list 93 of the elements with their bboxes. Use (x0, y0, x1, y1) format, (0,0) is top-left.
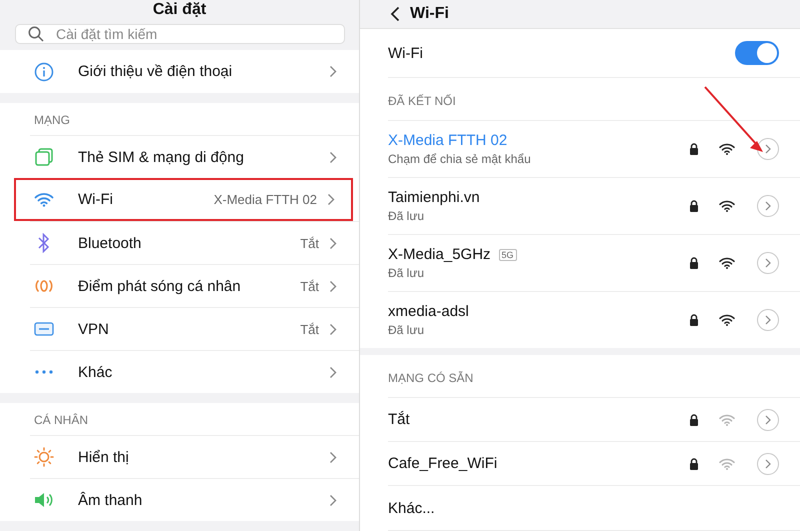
cards-icon (35, 148, 53, 166)
vpn-icon (34, 322, 54, 336)
item-value: Tắt (300, 236, 319, 250)
lock-icon (689, 143, 699, 155)
chevron-icon (329, 150, 337, 164)
section-header: ĐÃ KẾT NỐI (388, 94, 456, 108)
section-header: MẠNG CÓ SẴN (388, 371, 474, 385)
hotspot-icon (34, 279, 54, 293)
lock-icon (689, 257, 699, 269)
item-label: Bluetooth (78, 234, 142, 252)
chevron-icon (765, 258, 771, 268)
details-button[interactable] (757, 408, 779, 430)
details-button[interactable] (757, 252, 779, 274)
wifi-signal-icon (719, 257, 735, 269)
screen-title: Wi-Fi (410, 5, 449, 23)
details-button[interactable] (757, 138, 779, 160)
network-item[interactable]: Tắt (388, 397, 800, 441)
wifi-signal-icon (719, 458, 735, 470)
chevron-icon (765, 315, 771, 325)
search-icon (28, 26, 44, 42)
wifi-signal-icon (719, 314, 735, 326)
wifi-signal-icon (719, 200, 735, 212)
details-button[interactable] (757, 452, 779, 474)
settings-item[interactable]: Bluetooth Tắt (30, 221, 359, 264)
network-item[interactable]: xmedia-adsl Đã lưu (388, 291, 800, 348)
chevron-icon (327, 193, 335, 206)
chevron-icon (329, 65, 337, 78)
network-item[interactable]: X-Media_5GHz 5G Đã lưu (388, 234, 800, 291)
other-network-item[interactable]: Khác... (388, 485, 800, 531)
network-name: X-Media_5GHz (388, 246, 491, 263)
network-status: Chạm để chia sẻ mật khẩu (388, 152, 532, 166)
info-icon (34, 62, 54, 82)
band-badge: 5G (498, 248, 517, 260)
settings-item[interactable]: Điểm phát sóng cá nhân Tắt (30, 264, 359, 307)
chevron-icon (765, 414, 771, 424)
search-field[interactable]: Cài đặt tìm kiếm (54, 24, 332, 43)
network-status: Đã lưu (388, 323, 426, 337)
speaker-icon (34, 492, 54, 508)
chevron-icon (329, 450, 337, 464)
network-name: Taimienphi.vn (388, 189, 480, 206)
chevron-icon (765, 201, 771, 211)
settings-item[interactable]: Hiển thị (30, 435, 359, 478)
network-status: Đã lưu (388, 266, 426, 280)
network-name: Cafe_Free_WiFi (388, 455, 498, 472)
lock-icon (689, 414, 699, 426)
toggle-label: Wi-Fi (388, 44, 424, 62)
chevron-icon (329, 366, 337, 378)
sun-icon (34, 447, 54, 467)
item-value: X-Media FTTH 02 (214, 192, 317, 207)
details-button[interactable] (757, 195, 779, 217)
item-label: Âm thanh (78, 492, 144, 508)
item-label: Điểm phát sóng cá nhân (78, 278, 242, 294)
section-header: MẠNG (33, 112, 71, 129)
search-bar[interactable]: Cài đặt tìm kiếm (15, 24, 345, 44)
screen-title: Cài đặt (152, 0, 208, 20)
network-item[interactable]: Cafe_Free_WiFi (388, 441, 800, 485)
network-item[interactable]: Taimienphi.vn Đã lưu (388, 177, 800, 234)
section-header: CÁ NHÂN (33, 412, 90, 429)
network-item[interactable]: X-Media FTTH 02 Chạm để chia sẻ mật khẩu (388, 120, 800, 177)
settings-item[interactable]: Thẻ SIM & mạng di động (30, 135, 359, 178)
more-icon (35, 370, 53, 374)
wifi-icon (34, 192, 54, 207)
lock-icon (689, 200, 699, 212)
item-label: Khác (78, 364, 114, 380)
settings-item[interactable]: Khác (30, 350, 359, 393)
item-label: Wi-Fi (78, 191, 114, 208)
chevron-icon (329, 280, 337, 292)
highlighted-settings-item[interactable]: Wi-Fi X-Media FTTH 02 (14, 178, 353, 221)
network-name: Tắt (388, 411, 410, 428)
item-value: Tắt (300, 322, 319, 336)
network-name: xmedia-adsl (388, 303, 469, 320)
lock-icon (689, 314, 699, 326)
wifi-signal-icon (719, 414, 735, 426)
wifi-toggle[interactable] (735, 41, 779, 65)
item-label: Giới thiệu về điện thoại (78, 63, 234, 80)
back-button[interactable] (390, 6, 400, 22)
chevron-icon (765, 458, 771, 468)
network-name: X-Media FTTH 02 (388, 132, 508, 149)
chevron-icon (329, 236, 337, 250)
settings-item[interactable]: VPN Tắt (30, 307, 359, 350)
settings-item[interactable]: Âm thanh (30, 478, 359, 521)
item-label: Hiển thị (78, 448, 130, 466)
item-value: Tắt (300, 278, 319, 294)
wifi-signal-icon (719, 143, 735, 155)
network-status: Đã lưu (388, 209, 426, 223)
chevron-icon (329, 494, 337, 506)
details-button[interactable] (757, 309, 779, 331)
bluetooth-icon (37, 233, 51, 253)
lock-icon (689, 458, 699, 470)
chevron-icon (329, 322, 337, 336)
chevron-icon (765, 144, 771, 154)
item-label: VPN (78, 320, 110, 338)
item-label: Thẻ SIM & mạng di động (78, 148, 245, 166)
